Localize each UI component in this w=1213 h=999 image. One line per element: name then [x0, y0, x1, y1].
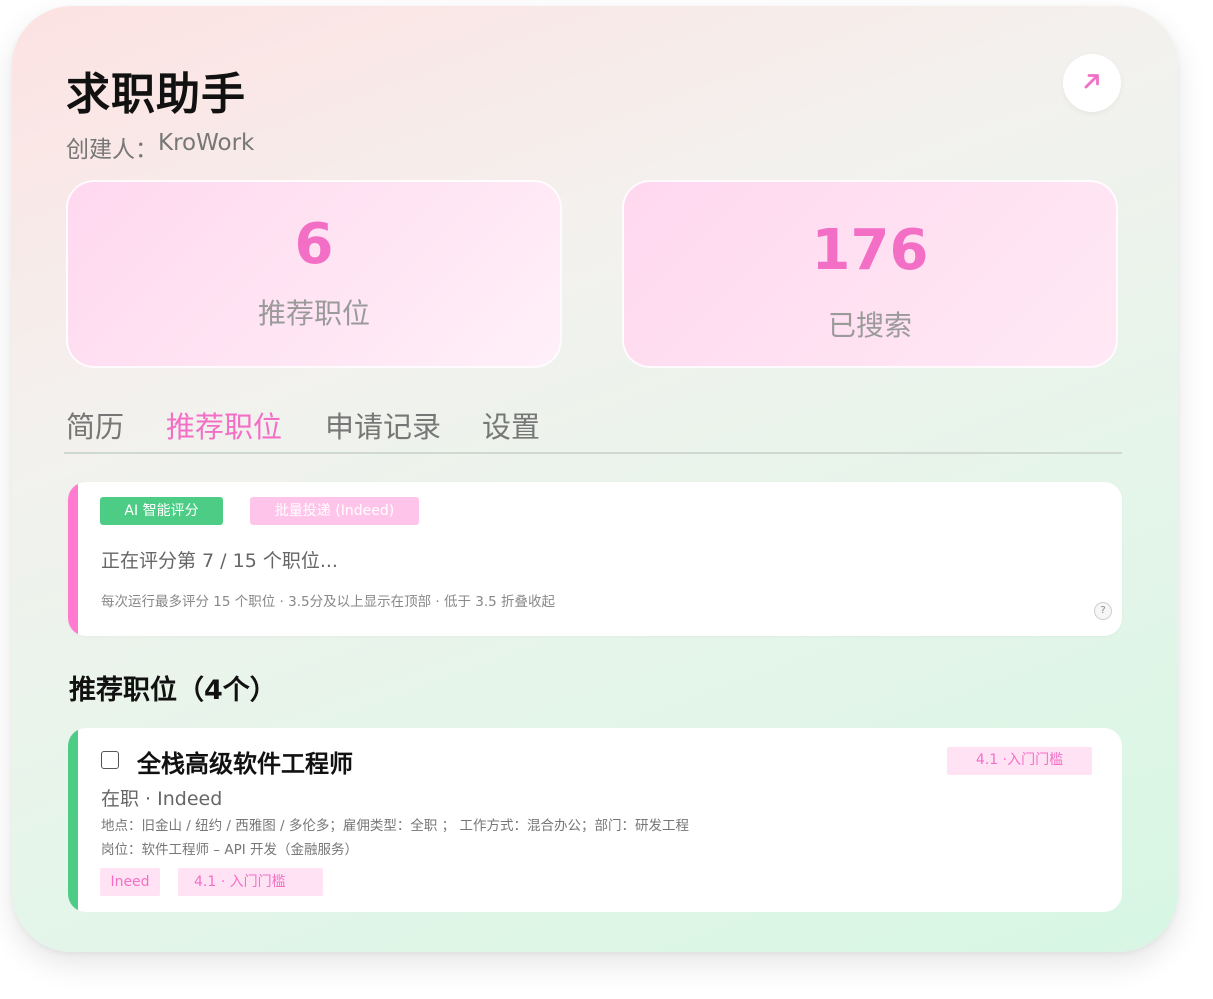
tab-recommended-jobs[interactable]: 推荐职位 — [166, 404, 282, 446]
stat-card-recommended: 6 推荐职位 — [66, 180, 562, 368]
creator-name: KroWork — [158, 130, 255, 156]
stat-value: 176 — [811, 218, 929, 283]
tab-resume[interactable]: 简历 — [66, 404, 124, 446]
job-accent-bar — [68, 728, 78, 912]
scoring-progress: 正在评分第 7 / 15 个职位... — [101, 550, 338, 572]
job-score-badge: 4.1 ·入门门槛 — [947, 747, 1092, 775]
job-meta-location: 地点：旧金山 / 纽约 / 西雅图 / 多伦多；雇佣类型：全职 ； 工作方式：混… — [101, 818, 689, 834]
app-card: 求职助手 创建人： KroWork 6 推荐职位 176 已搜索 简历 推荐职位… — [12, 6, 1178, 952]
job-select-checkbox[interactable] — [101, 751, 119, 769]
tab-application-records[interactable]: 申请记录 — [325, 404, 441, 446]
job-title: 全栈高级软件工程师 — [137, 750, 353, 778]
stat-card-searched: 176 已搜索 — [622, 180, 1118, 368]
creator-line: 创建人： KroWork — [66, 130, 254, 164]
stat-label: 已搜索 — [827, 309, 912, 342]
panel-accent-bar — [68, 482, 78, 636]
job-status: 在职 · Indeed — [101, 788, 223, 810]
scoring-hint: 每次运行最多评分 15 个职位 · 3.5分及以上显示在顶部 · 低于 3.5 … — [101, 594, 556, 610]
batch-apply-button[interactable]: 批量投递 (Indeed) — [250, 497, 419, 525]
ai-score-button[interactable]: AI 智能评分 — [100, 497, 223, 525]
job-source-tag: Ineed — [100, 868, 160, 896]
stat-label: 推荐职位 — [257, 297, 370, 330]
question-icon[interactable]: ? — [1094, 602, 1112, 620]
section-title: 推荐职位（4个） — [69, 675, 277, 706]
tab-settings[interactable]: 设置 — [482, 404, 540, 446]
stat-value: 6 — [294, 212, 334, 277]
open-external-button[interactable] — [1063, 54, 1121, 112]
page-title: 求职助手 — [66, 69, 246, 120]
job-score-tag: 4.1 · 入门门槛 — [178, 868, 323, 896]
tab-divider — [64, 452, 1122, 454]
creator-label: 创建人： — [66, 137, 158, 163]
job-card[interactable]: 全栈高级软件工程师 4.1 ·入门门槛 在职 · Indeed 地点：旧金山 /… — [68, 728, 1122, 912]
tab-bar: 简历 推荐职位 申请记录 设置 — [66, 404, 1122, 450]
scoring-panel: AI 智能评分 批量投递 (Indeed) 正在评分第 7 / 15 个职位..… — [68, 482, 1122, 636]
job-meta-position: 岗位：软件工程师 – API 开发（金融服务） — [101, 842, 358, 858]
arrow-up-right-icon — [1081, 70, 1103, 96]
